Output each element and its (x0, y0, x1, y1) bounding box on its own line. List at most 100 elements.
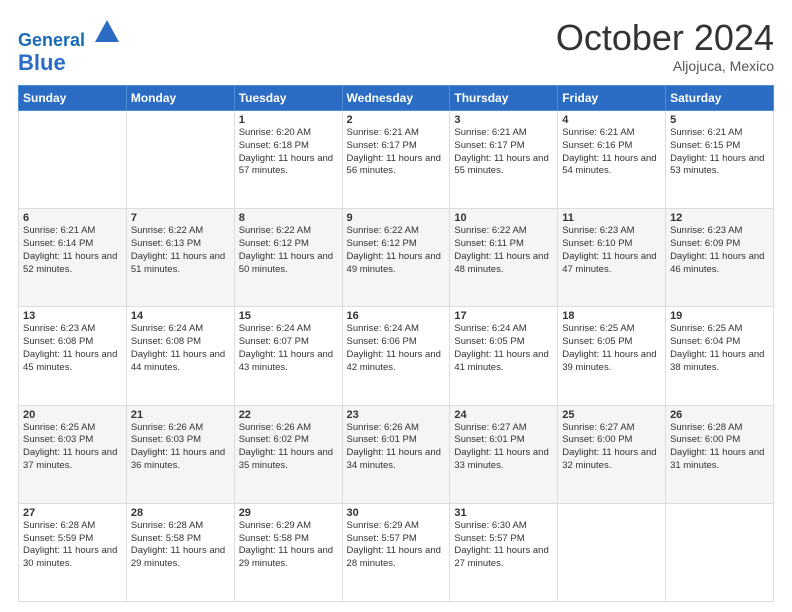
calendar-cell: 17Sunrise: 6:24 AMSunset: 6:05 PMDayligh… (450, 307, 558, 405)
calendar-cell: 18Sunrise: 6:25 AMSunset: 6:05 PMDayligh… (558, 307, 666, 405)
day-info: Sunrise: 6:27 AMSunset: 6:01 PMDaylight:… (454, 422, 553, 473)
calendar-cell: 22Sunrise: 6:26 AMSunset: 6:02 PMDayligh… (234, 405, 342, 503)
calendar-cell: 7Sunrise: 6:22 AMSunset: 6:13 PMDaylight… (126, 209, 234, 307)
day-number: 2 (347, 114, 446, 126)
calendar-cell: 14Sunrise: 6:24 AMSunset: 6:08 PMDayligh… (126, 307, 234, 405)
header: General Blue October 2024 Aljojuca, Mexi… (18, 18, 774, 75)
day-number: 27 (23, 507, 122, 519)
day-info: Sunrise: 6:23 AMSunset: 6:08 PMDaylight:… (23, 323, 122, 374)
day-number: 28 (131, 507, 230, 519)
day-info: Sunrise: 6:23 AMSunset: 6:10 PMDaylight:… (562, 225, 661, 276)
day-number: 14 (131, 310, 230, 322)
day-number: 3 (454, 114, 553, 126)
day-info: Sunrise: 6:22 AMSunset: 6:13 PMDaylight:… (131, 225, 230, 276)
calendar-cell: 11Sunrise: 6:23 AMSunset: 6:10 PMDayligh… (558, 209, 666, 307)
calendar-cell: 1Sunrise: 6:20 AMSunset: 6:18 PMDaylight… (234, 110, 342, 208)
month-title: October 2024 (556, 18, 774, 58)
day-info: Sunrise: 6:28 AMSunset: 5:58 PMDaylight:… (131, 520, 230, 571)
day-number: 29 (239, 507, 338, 519)
day-info: Sunrise: 6:21 AMSunset: 6:17 PMDaylight:… (454, 127, 553, 178)
day-info: Sunrise: 6:24 AMSunset: 6:05 PMDaylight:… (454, 323, 553, 374)
day-number: 30 (347, 507, 446, 519)
logo-general: General (18, 30, 85, 50)
calendar-table: SundayMondayTuesdayWednesdayThursdayFrid… (18, 85, 774, 602)
day-number: 31 (454, 507, 553, 519)
day-number: 1 (239, 114, 338, 126)
col-header-tuesday: Tuesday (234, 85, 342, 110)
day-number: 18 (562, 310, 661, 322)
day-info: Sunrise: 6:28 AMSunset: 6:00 PMDaylight:… (670, 422, 769, 473)
calendar-cell (558, 503, 666, 601)
calendar-cell: 21Sunrise: 6:26 AMSunset: 6:03 PMDayligh… (126, 405, 234, 503)
day-number: 21 (131, 409, 230, 421)
calendar-cell: 4Sunrise: 6:21 AMSunset: 6:16 PMDaylight… (558, 110, 666, 208)
logo-blue: Blue (18, 51, 121, 75)
calendar-cell: 9Sunrise: 6:22 AMSunset: 6:12 PMDaylight… (342, 209, 450, 307)
calendar-cell: 29Sunrise: 6:29 AMSunset: 5:58 PMDayligh… (234, 503, 342, 601)
calendar-cell: 26Sunrise: 6:28 AMSunset: 6:00 PMDayligh… (666, 405, 774, 503)
calendar-cell: 28Sunrise: 6:28 AMSunset: 5:58 PMDayligh… (126, 503, 234, 601)
day-info: Sunrise: 6:26 AMSunset: 6:03 PMDaylight:… (131, 422, 230, 473)
calendar-cell (19, 110, 127, 208)
day-number: 17 (454, 310, 553, 322)
day-number: 25 (562, 409, 661, 421)
calendar-week-4: 20Sunrise: 6:25 AMSunset: 6:03 PMDayligh… (19, 405, 774, 503)
day-info: Sunrise: 6:25 AMSunset: 6:03 PMDaylight:… (23, 422, 122, 473)
day-info: Sunrise: 6:21 AMSunset: 6:17 PMDaylight:… (347, 127, 446, 178)
location: Aljojuca, Mexico (556, 58, 774, 74)
logo-text: General (18, 18, 121, 51)
day-number: 20 (23, 409, 122, 421)
day-number: 12 (670, 212, 769, 224)
day-info: Sunrise: 6:22 AMSunset: 6:11 PMDaylight:… (454, 225, 553, 276)
day-info: Sunrise: 6:23 AMSunset: 6:09 PMDaylight:… (670, 225, 769, 276)
col-header-sunday: Sunday (19, 85, 127, 110)
calendar-cell: 13Sunrise: 6:23 AMSunset: 6:08 PMDayligh… (19, 307, 127, 405)
calendar-cell: 5Sunrise: 6:21 AMSunset: 6:15 PMDaylight… (666, 110, 774, 208)
calendar-cell: 19Sunrise: 6:25 AMSunset: 6:04 PMDayligh… (666, 307, 774, 405)
calendar-cell: 2Sunrise: 6:21 AMSunset: 6:17 PMDaylight… (342, 110, 450, 208)
day-number: 19 (670, 310, 769, 322)
day-number: 6 (23, 212, 122, 224)
day-number: 9 (347, 212, 446, 224)
day-number: 24 (454, 409, 553, 421)
day-info: Sunrise: 6:24 AMSunset: 6:06 PMDaylight:… (347, 323, 446, 374)
calendar-cell: 6Sunrise: 6:21 AMSunset: 6:14 PMDaylight… (19, 209, 127, 307)
calendar-header-row: SundayMondayTuesdayWednesdayThursdayFrid… (19, 85, 774, 110)
day-info: Sunrise: 6:26 AMSunset: 6:01 PMDaylight:… (347, 422, 446, 473)
day-number: 5 (670, 114, 769, 126)
calendar-cell: 12Sunrise: 6:23 AMSunset: 6:09 PMDayligh… (666, 209, 774, 307)
calendar-cell: 31Sunrise: 6:30 AMSunset: 5:57 PMDayligh… (450, 503, 558, 601)
day-info: Sunrise: 6:25 AMSunset: 6:05 PMDaylight:… (562, 323, 661, 374)
day-number: 23 (347, 409, 446, 421)
title-block: October 2024 Aljojuca, Mexico (556, 18, 774, 74)
day-number: 7 (131, 212, 230, 224)
day-info: Sunrise: 6:29 AMSunset: 5:58 PMDaylight:… (239, 520, 338, 571)
day-number: 4 (562, 114, 661, 126)
day-info: Sunrise: 6:21 AMSunset: 6:14 PMDaylight:… (23, 225, 122, 276)
calendar-cell: 23Sunrise: 6:26 AMSunset: 6:01 PMDayligh… (342, 405, 450, 503)
col-header-wednesday: Wednesday (342, 85, 450, 110)
day-number: 13 (23, 310, 122, 322)
calendar-cell: 16Sunrise: 6:24 AMSunset: 6:06 PMDayligh… (342, 307, 450, 405)
page: General Blue October 2024 Aljojuca, Mexi… (0, 0, 792, 612)
day-info: Sunrise: 6:21 AMSunset: 6:15 PMDaylight:… (670, 127, 769, 178)
day-info: Sunrise: 6:30 AMSunset: 5:57 PMDaylight:… (454, 520, 553, 571)
calendar-cell: 8Sunrise: 6:22 AMSunset: 6:12 PMDaylight… (234, 209, 342, 307)
calendar-cell: 10Sunrise: 6:22 AMSunset: 6:11 PMDayligh… (450, 209, 558, 307)
col-header-friday: Friday (558, 85, 666, 110)
day-number: 26 (670, 409, 769, 421)
calendar-cell: 15Sunrise: 6:24 AMSunset: 6:07 PMDayligh… (234, 307, 342, 405)
day-info: Sunrise: 6:22 AMSunset: 6:12 PMDaylight:… (239, 225, 338, 276)
day-info: Sunrise: 6:29 AMSunset: 5:57 PMDaylight:… (347, 520, 446, 571)
day-number: 8 (239, 212, 338, 224)
calendar-cell: 3Sunrise: 6:21 AMSunset: 6:17 PMDaylight… (450, 110, 558, 208)
calendar-cell (126, 110, 234, 208)
calendar-cell (666, 503, 774, 601)
day-number: 15 (239, 310, 338, 322)
col-header-monday: Monday (126, 85, 234, 110)
day-info: Sunrise: 6:24 AMSunset: 6:07 PMDaylight:… (239, 323, 338, 374)
calendar-cell: 27Sunrise: 6:28 AMSunset: 5:59 PMDayligh… (19, 503, 127, 601)
day-number: 22 (239, 409, 338, 421)
day-info: Sunrise: 6:21 AMSunset: 6:16 PMDaylight:… (562, 127, 661, 178)
day-info: Sunrise: 6:28 AMSunset: 5:59 PMDaylight:… (23, 520, 122, 571)
